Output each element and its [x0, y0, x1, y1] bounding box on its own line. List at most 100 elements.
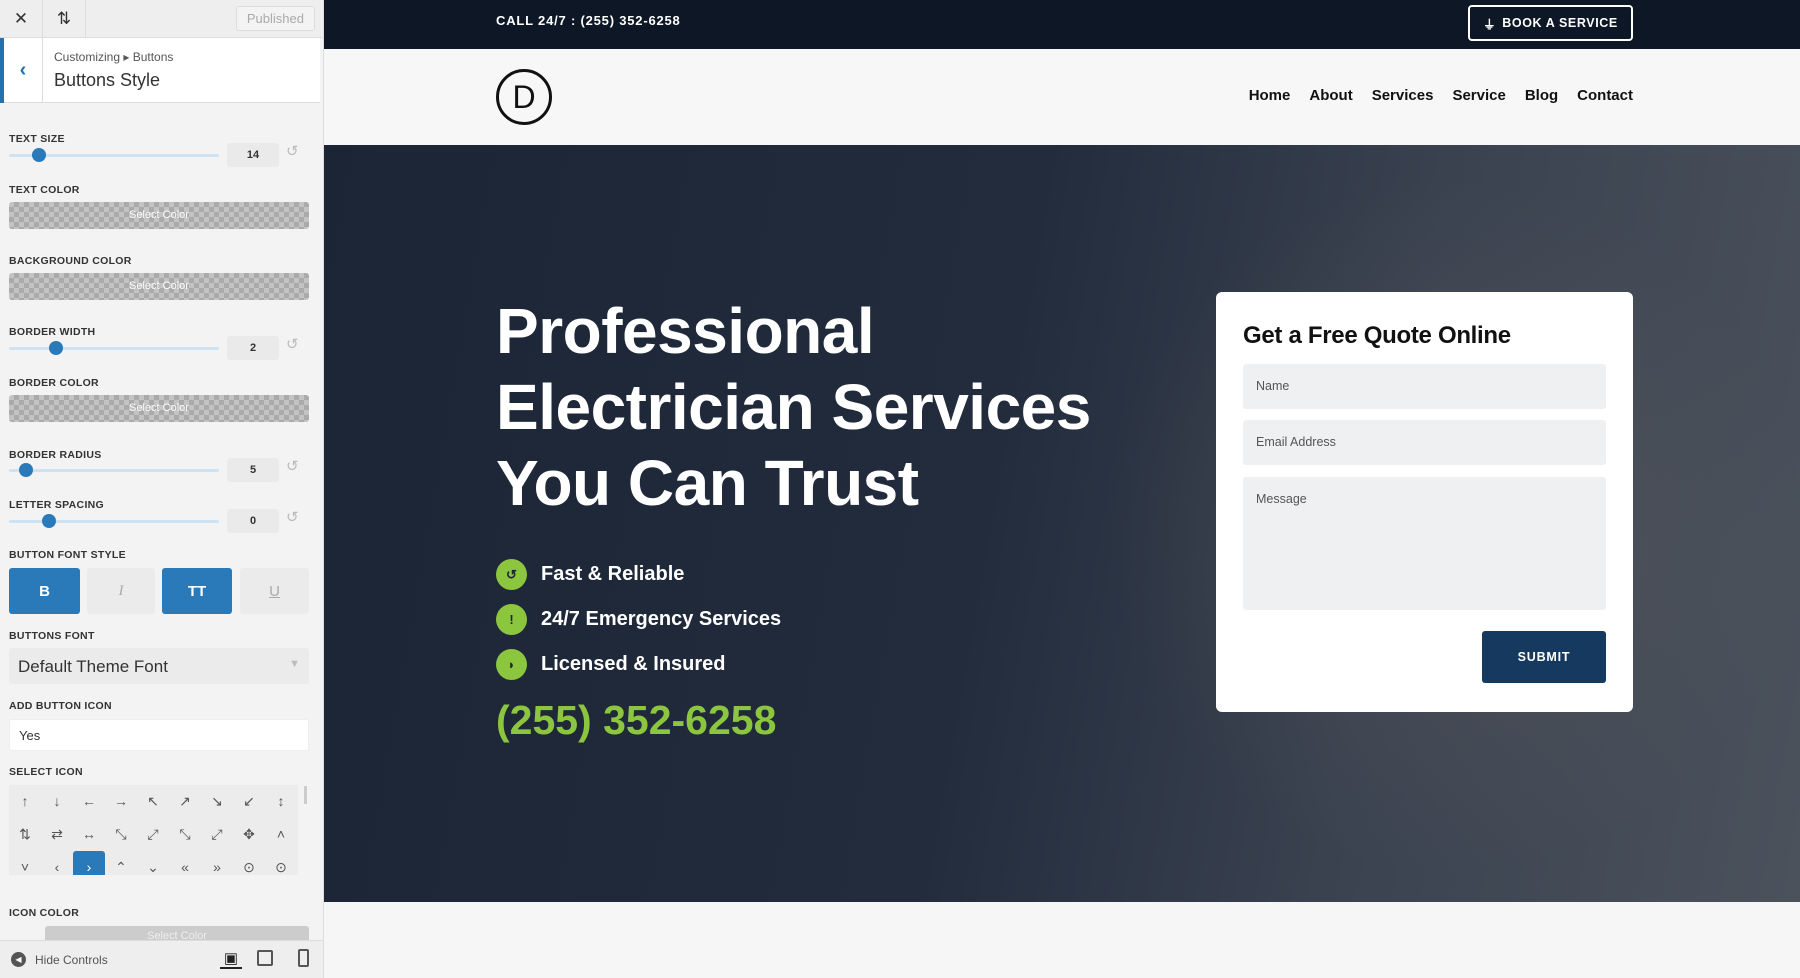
border-radius-value[interactable]: 5: [227, 458, 279, 482]
reset-icon[interactable]: ↺: [286, 142, 299, 160]
icon-option[interactable]: ✥: [233, 818, 265, 850]
icon-grid-scrollbar[interactable]: [304, 786, 307, 804]
icon-option[interactable]: ↔: [73, 818, 105, 850]
close-button[interactable]: ✕: [0, 0, 43, 38]
arrows-up-down-icon: ⇅: [56, 9, 72, 28]
uppercase-toggle[interactable]: TT: [162, 568, 232, 614]
icon-color-label: ICON COLOR: [9, 907, 80, 919]
alert-icon: !: [496, 604, 527, 635]
heading-line: You Can Trust: [496, 447, 919, 519]
icon-option[interactable]: ↙: [233, 785, 265, 817]
back-button[interactable]: ‹: [0, 38, 43, 103]
border-color-picker[interactable]: Select Color: [9, 395, 309, 422]
select-icon-label: SELECT ICON: [9, 766, 83, 778]
reset-icon[interactable]: ↺: [286, 335, 299, 353]
letter-spacing-value[interactable]: 0: [227, 509, 279, 533]
message-textarea[interactable]: Message: [1243, 477, 1606, 610]
background-color-picker[interactable]: Select Color: [9, 273, 309, 300]
book-label: BOOK A SERVICE: [1502, 16, 1618, 30]
collapse-icon[interactable]: ◀: [11, 952, 26, 967]
icon-option[interactable]: ⤢: [137, 818, 169, 850]
icon-option[interactable]: ⇄: [41, 818, 73, 850]
publish-button[interactable]: Published: [235, 6, 315, 31]
text-color-label: TEXT COLOR: [9, 184, 80, 196]
reorder-button[interactable]: ⇅: [43, 0, 86, 38]
customizer-footer: ◀ Hide Controls ▣: [0, 940, 323, 978]
icon-option[interactable]: →: [105, 785, 137, 817]
icon-option[interactable]: ⤡: [169, 818, 201, 850]
icon-option[interactable]: ›: [73, 851, 105, 875]
icon-option[interactable]: ⌃: [105, 851, 137, 875]
icon-option[interactable]: ⤡: [105, 818, 137, 850]
buttons-font-select[interactable]: Default Theme Font ▼: [9, 648, 309, 684]
email-input[interactable]: Email Address: [1243, 420, 1606, 465]
nav-home[interactable]: Home: [1249, 87, 1291, 104]
slider-handle[interactable]: [42, 514, 56, 528]
text-size-slider[interactable]: [9, 148, 219, 162]
icon-option[interactable]: ⊙: [265, 851, 297, 875]
add-icon-select[interactable]: Yes: [9, 719, 309, 751]
letter-spacing-label: LETTER SPACING: [9, 499, 105, 511]
feature-item: ↺ Fast & Reliable: [496, 559, 684, 590]
border-color-label: BORDER COLOR: [9, 377, 99, 389]
nav-about[interactable]: About: [1309, 87, 1352, 104]
main-nav: Home About Services Service Blog Contact: [1249, 87, 1633, 104]
icon-option[interactable]: ↓: [41, 785, 73, 817]
feature-text: Licensed & Insured: [541, 653, 726, 675]
hero-heading: Professional Electrician Services You Can …: [496, 293, 1091, 521]
book-service-button[interactable]: ⏚ BOOK A SERVICE: [1468, 5, 1633, 41]
icon-option[interactable]: ⤢: [201, 818, 233, 850]
text-size-value[interactable]: 14: [227, 143, 279, 167]
icon-option[interactable]: »: [201, 851, 233, 875]
background-color-label: BACKGROUND COLOR: [9, 255, 132, 267]
icon-option[interactable]: ↑: [9, 785, 41, 817]
nav-services[interactable]: Services: [1372, 87, 1434, 104]
customizer-topbar: ✕ ⇅ Published: [0, 0, 323, 38]
icon-option[interactable]: ↖: [137, 785, 169, 817]
icon-option[interactable]: ↗: [169, 785, 201, 817]
feature-text: Fast & Reliable: [541, 563, 685, 585]
slider-handle[interactable]: [19, 463, 33, 477]
border-width-slider[interactable]: [9, 341, 219, 355]
icon-option[interactable]: ⇅: [9, 818, 41, 850]
page-title: Buttons Style: [54, 70, 161, 90]
icon-option[interactable]: ˄: [265, 818, 297, 850]
nav-blog[interactable]: Blog: [1525, 87, 1558, 104]
name-input[interactable]: Name: [1243, 364, 1606, 409]
icon-option[interactable]: ‹: [41, 851, 73, 875]
hide-controls-button[interactable]: Hide Controls: [35, 953, 108, 967]
site-logo[interactable]: D: [496, 69, 552, 125]
underline-toggle[interactable]: U: [240, 568, 309, 614]
mobile-preview-icon[interactable]: [298, 949, 309, 967]
letter-spacing-slider[interactable]: [9, 514, 219, 528]
nav-service[interactable]: Service: [1452, 87, 1505, 104]
italic-toggle[interactable]: I: [87, 568, 155, 614]
desktop-preview-icon[interactable]: ▣: [220, 949, 242, 969]
hero-phone[interactable]: (255) 352-6258: [496, 697, 776, 744]
customizer-sidebar: ✕ ⇅ Published ‹ Customizing ▸ Buttons Bu…: [0, 0, 324, 978]
icon-option[interactable]: ⊙: [233, 851, 265, 875]
tablet-preview-icon[interactable]: [257, 950, 273, 966]
submit-button[interactable]: SUBMIT: [1482, 631, 1606, 683]
reset-icon[interactable]: ↺: [286, 457, 299, 475]
icon-option[interactable]: ↕: [265, 785, 297, 817]
quote-form: Get a Free Quote Online Name Email Addre…: [1216, 292, 1633, 712]
slider-handle[interactable]: [32, 148, 46, 162]
feature-text: 24/7 Emergency Services: [541, 608, 782, 630]
icon-option[interactable]: «: [169, 851, 201, 875]
bold-toggle[interactable]: B: [9, 568, 80, 614]
icon-option[interactable]: ↘: [201, 785, 233, 817]
icon-option[interactable]: ˅: [9, 851, 41, 875]
slider-handle[interactable]: [49, 341, 63, 355]
text-color-picker[interactable]: Select Color: [9, 202, 309, 229]
plug-icon: ⏚: [1483, 17, 1497, 32]
icon-option[interactable]: ←: [73, 785, 105, 817]
border-radius-slider[interactable]: [9, 463, 219, 477]
nav-contact[interactable]: Contact: [1577, 87, 1633, 104]
border-width-value[interactable]: 2: [227, 336, 279, 360]
add-icon-label: ADD BUTTON ICON: [9, 700, 112, 712]
reset-icon[interactable]: ↺: [286, 508, 299, 526]
feature-item: ! 24/7 Emergency Services: [496, 604, 781, 635]
site-header: D Home About Services Service Blog Contact: [324, 49, 1800, 145]
icon-option[interactable]: ⌄: [137, 851, 169, 875]
